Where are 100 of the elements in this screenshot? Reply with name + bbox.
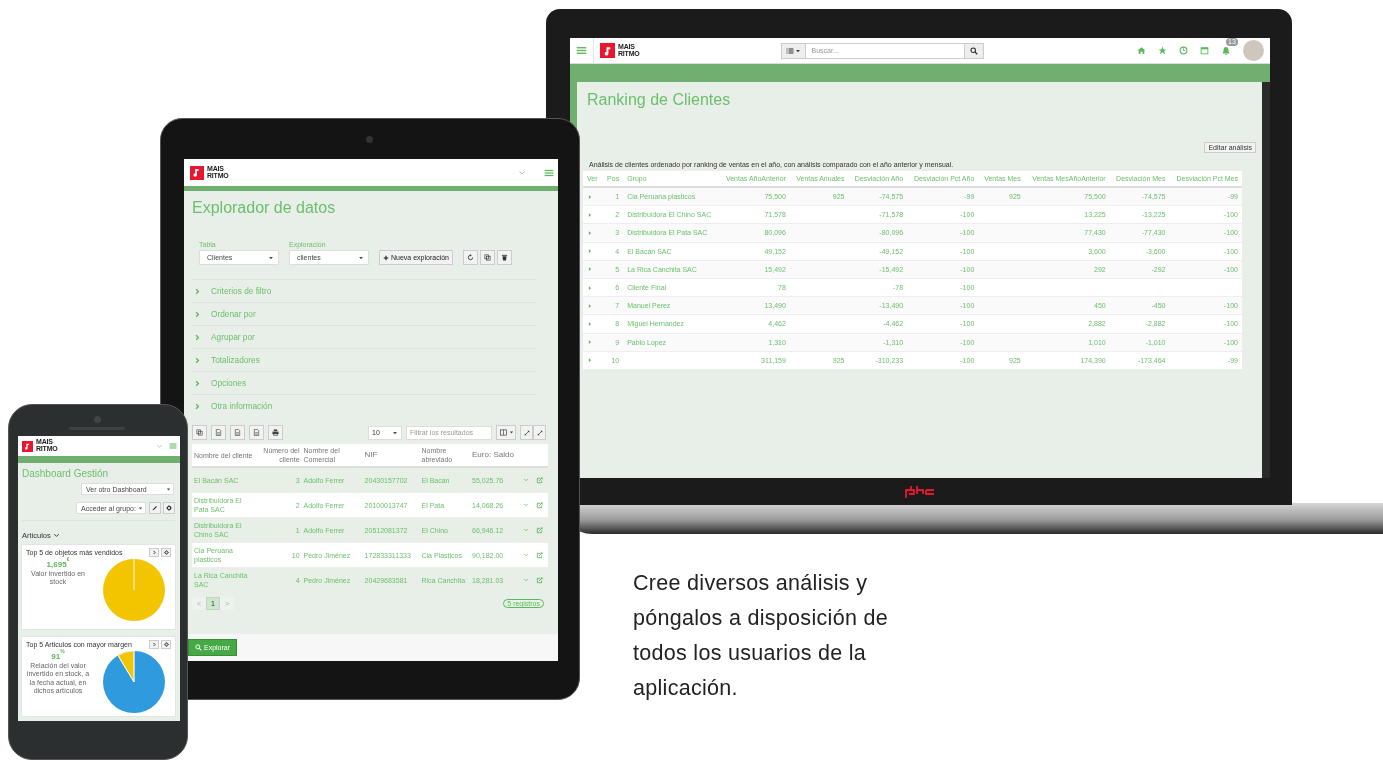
file-icon bbox=[253, 429, 260, 436]
export-button[interactable] bbox=[211, 425, 226, 440]
expand-row-icon[interactable] bbox=[587, 248, 593, 255]
open-icon[interactable] bbox=[536, 501, 544, 509]
chevron-down-icon[interactable] bbox=[156, 442, 163, 450]
caret-icon bbox=[138, 505, 143, 511]
file-icon bbox=[234, 429, 241, 436]
expand-row-icon[interactable] bbox=[587, 357, 593, 364]
caret-icon bbox=[268, 254, 274, 261]
star-icon[interactable] bbox=[1158, 46, 1167, 55]
accordion-item[interactable]: Opciones bbox=[192, 371, 537, 394]
list-icon bbox=[785, 46, 794, 55]
search-icon bbox=[969, 46, 978, 55]
chevron-right-icon bbox=[194, 310, 201, 318]
print-button[interactable] bbox=[268, 425, 283, 440]
chevron-right-icon bbox=[194, 287, 201, 295]
expand-row-icon[interactable] bbox=[587, 284, 593, 291]
expand-row-icon[interactable] bbox=[587, 229, 593, 236]
chevron-down-icon[interactable] bbox=[522, 552, 529, 559]
list-view-button[interactable] bbox=[780, 42, 806, 59]
expand-row-icon[interactable] bbox=[587, 302, 593, 309]
chevron-down-icon[interactable] bbox=[518, 168, 526, 177]
page-title: Explorador de datos bbox=[192, 199, 337, 217]
page-title: Dashboard Gestión bbox=[22, 468, 110, 479]
chevron-down-icon[interactable] bbox=[522, 577, 529, 584]
resize-button[interactable] bbox=[520, 425, 533, 440]
menu-icon[interactable] bbox=[544, 167, 554, 178]
caret-icon bbox=[392, 429, 398, 436]
next-button[interactable] bbox=[149, 640, 159, 649]
logo-icon bbox=[600, 43, 615, 58]
settings-icon bbox=[166, 505, 172, 511]
settings-button[interactable] bbox=[161, 640, 171, 649]
plus-icon bbox=[383, 254, 389, 261]
chevron-right-icon bbox=[194, 356, 201, 364]
pie-chart-drawing bbox=[103, 651, 165, 713]
delete-button[interactable] bbox=[497, 250, 512, 265]
accordion-item[interactable]: Otra información bbox=[192, 394, 537, 417]
open-icon[interactable] bbox=[536, 526, 544, 534]
copy-button[interactable] bbox=[480, 250, 495, 265]
home-icon[interactable] bbox=[1137, 46, 1146, 55]
chevron-right-icon bbox=[194, 402, 201, 410]
calendar-icon[interactable] bbox=[1200, 46, 1209, 55]
caret-icon bbox=[166, 486, 171, 492]
settings-icon bbox=[163, 550, 169, 555]
expand-row-icon[interactable] bbox=[587, 211, 593, 218]
trash-icon bbox=[501, 254, 508, 261]
resize-button[interactable] bbox=[533, 425, 546, 440]
search-icon bbox=[195, 644, 202, 651]
kpi-value: 1,695$^{€}$ bbox=[45, 559, 70, 570]
open-icon[interactable] bbox=[536, 551, 544, 559]
bell-icon[interactable] bbox=[1221, 45, 1231, 56]
print-icon bbox=[272, 429, 279, 436]
open-icon[interactable] bbox=[536, 476, 544, 484]
chevron-right-icon bbox=[151, 550, 157, 555]
next-button[interactable] bbox=[149, 548, 159, 557]
pie-chart-drawing bbox=[103, 559, 165, 621]
camera-lens bbox=[94, 416, 101, 423]
chevron-right-icon bbox=[194, 379, 201, 387]
clock-icon[interactable] bbox=[1179, 46, 1188, 55]
caret-icon bbox=[358, 254, 364, 261]
refresh-button[interactable] bbox=[463, 250, 478, 265]
caret-icon bbox=[794, 47, 801, 54]
menu-icon[interactable] bbox=[576, 45, 587, 56]
accordion-item[interactable]: Criterios de filtro bbox=[192, 279, 537, 302]
settings-button[interactable] bbox=[161, 548, 171, 557]
accordion-item[interactable]: Totalizadores bbox=[192, 348, 537, 371]
columns-button[interactable] bbox=[496, 425, 516, 440]
refresh-icon bbox=[467, 254, 474, 261]
chevron-right-icon bbox=[151, 642, 157, 647]
logo-icon bbox=[905, 484, 935, 499]
copy-icon bbox=[484, 254, 491, 261]
export-button[interactable] bbox=[230, 425, 245, 440]
camera-lens bbox=[366, 136, 373, 143]
columns-icon bbox=[500, 429, 507, 436]
settings-button[interactable] bbox=[163, 502, 175, 514]
file-icon bbox=[215, 429, 222, 436]
search-button[interactable] bbox=[963, 42, 984, 59]
expand-row-icon[interactable] bbox=[587, 339, 593, 346]
avatar[interactable] bbox=[1243, 40, 1264, 61]
logo-icon bbox=[22, 440, 33, 452]
pencil-icon bbox=[152, 505, 158, 511]
copy-icon bbox=[196, 429, 203, 436]
expand-row-icon[interactable] bbox=[587, 266, 593, 273]
accordion-item[interactable]: Agrupar por bbox=[192, 325, 537, 348]
menu-icon[interactable] bbox=[169, 442, 177, 450]
expand-row-icon[interactable] bbox=[587, 193, 593, 200]
copy-button[interactable] bbox=[192, 425, 207, 440]
chevron-right-icon bbox=[194, 333, 201, 341]
open-icon[interactable] bbox=[536, 576, 544, 584]
chevron-down-icon[interactable] bbox=[522, 477, 529, 484]
logo-icon bbox=[190, 165, 204, 180]
settings-icon bbox=[163, 642, 169, 647]
kpi-value: 91$^{%}$ bbox=[50, 651, 66, 662]
page-title: Ranking de Clientes bbox=[587, 91, 732, 109]
chevron-down-icon bbox=[52, 532, 60, 539]
expand-row-icon[interactable] bbox=[587, 320, 593, 327]
chevron-down-icon[interactable] bbox=[522, 527, 529, 534]
accordion-item[interactable]: Ordenar por bbox=[192, 302, 537, 325]
caret-icon bbox=[509, 430, 514, 435]
chevron-down-icon[interactable] bbox=[522, 502, 529, 509]
